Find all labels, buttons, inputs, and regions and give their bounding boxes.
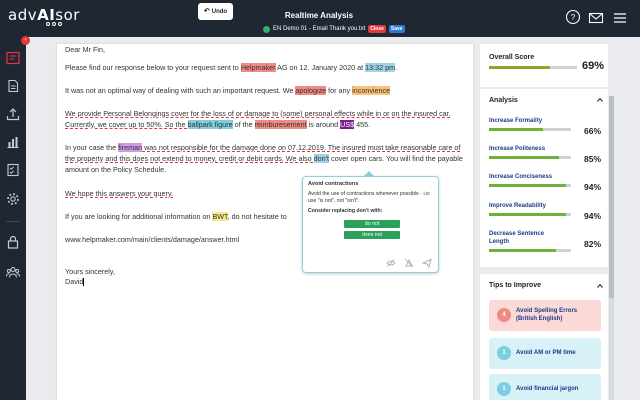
tip-count-badge: 1 xyxy=(497,382,511,396)
suggestion-option[interactable]: does not xyxy=(344,231,400,239)
tip-item[interactable]: 4 Avoid Spelling Errors (British English… xyxy=(489,300,601,331)
overall-score-bar xyxy=(489,66,577,69)
save-button[interactable]: Save xyxy=(388,25,405,33)
metric-label-politeness: Increase Politeness xyxy=(489,146,546,152)
statistics-icon[interactable] xyxy=(6,135,20,149)
settings-icon[interactable] xyxy=(6,192,20,206)
editor-icon[interactable] xyxy=(6,51,20,65)
paragraph-4: In your case the fireman was not respons… xyxy=(65,143,463,174)
close-button[interactable]: Close xyxy=(368,25,386,33)
logo-dots xyxy=(46,22,62,26)
svg-text:?: ? xyxy=(571,13,576,22)
popup-title: Avoid contractions xyxy=(308,181,359,187)
metric-label-sentence-length: Decrease Sentence Length xyxy=(489,231,545,245)
right-panel-scroll-thumb[interactable] xyxy=(609,96,614,298)
metric-value-readability: 94% xyxy=(584,211,602,221)
popup-consider: Consider replacing don't with: xyxy=(308,208,383,214)
document-icon[interactable] xyxy=(6,79,20,93)
upload-icon[interactable] xyxy=(6,107,20,121)
metric-value-conciseness: 94% xyxy=(584,182,602,192)
tip-label: Avoid Spelling Errors (British English) xyxy=(516,308,578,322)
top-bar: advAIsor ↶ Undo Realtime Analysis EN Demo… xyxy=(0,0,640,37)
status-dot-icon xyxy=(263,25,270,33)
metric-bar-formality xyxy=(489,128,571,131)
text-cursor xyxy=(83,278,85,287)
issue-bwt[interactable]: BWT xyxy=(212,212,228,221)
metric-value-sentence-length: 82% xyxy=(584,239,602,249)
undo-button[interactable]: ↶ Undo xyxy=(198,3,233,20)
analysis-title: Analysis xyxy=(489,97,518,104)
tip-label: Avoid financial jargon xyxy=(516,385,579,392)
tip-label: Avoid AM or PM time xyxy=(516,349,576,356)
issue-apologize[interactable]: apologize xyxy=(295,86,327,95)
paragraph-3: We provide Personal Belongings cover for… xyxy=(65,109,451,129)
lock-icon[interactable] xyxy=(6,235,20,249)
metric-bar-politeness xyxy=(489,156,571,159)
issue-time[interactable]: 13:32 pm xyxy=(365,63,396,72)
undo-icon: ↶ xyxy=(203,8,210,15)
issue-helpmaker[interactable]: Helpmaker xyxy=(240,63,276,72)
metric-value-politeness: 85% xyxy=(584,154,602,164)
issue-dont[interactable]: don't xyxy=(313,154,330,163)
issue-fireman[interactable]: fireman xyxy=(118,143,143,152)
menu-icon[interactable] xyxy=(612,10,628,26)
suggestion-popup: Avoid contractions Avoid the use of cont… xyxy=(302,176,439,273)
document-name: EN Demo 01 - Email Thank you.txt xyxy=(273,26,366,32)
metric-bar-sentence-length xyxy=(489,249,571,252)
help-icon[interactable]: ? xyxy=(565,9,581,25)
team-icon[interactable] xyxy=(6,265,20,279)
analysis-collapse-icon[interactable] xyxy=(597,97,603,103)
tip-item[interactable]: 1 Avoid financial jargon xyxy=(489,374,601,400)
tip-count-badge: 1 xyxy=(497,346,511,360)
mail-icon[interactable] xyxy=(588,10,604,26)
app-logo[interactable]: advAIsor xyxy=(8,6,80,24)
send-icon[interactable] xyxy=(422,258,432,268)
overall-score-value: 69% xyxy=(582,60,605,72)
tips-title: Tips to Improve xyxy=(489,282,541,289)
metric-value-formality: 66% xyxy=(584,126,602,136)
left-sidebar xyxy=(0,37,26,400)
issue-reimburesement[interactable]: reimburesement xyxy=(254,120,307,129)
metric-bar-conciseness xyxy=(489,184,571,187)
suggestion-option[interactable]: do not xyxy=(344,220,400,228)
document-status: EN Demo 01 - Email Thank you.txt Close S… xyxy=(263,24,405,34)
page-title: Realtime Analysis xyxy=(284,11,354,20)
overall-score-bar-fill xyxy=(489,66,550,69)
paragraph-2: It was not an optimal way of dealing wit… xyxy=(65,86,391,95)
paragraph-1: Please find our response below to your r… xyxy=(65,63,398,72)
metric-bar-readability xyxy=(489,213,571,216)
issue-ballpark-figure[interactable]: ballpark figure xyxy=(187,120,233,129)
checklist-icon[interactable] xyxy=(6,163,20,177)
sidebar-collapse-button[interactable]: ‹ xyxy=(21,36,30,45)
tips-collapse-icon[interactable] xyxy=(597,283,603,289)
issue-inconvience[interactable]: inconvience xyxy=(352,86,391,95)
tip-count-badge: 4 xyxy=(497,308,511,322)
signature: David xyxy=(65,277,85,287)
hide-icon[interactable] xyxy=(386,258,396,268)
metric-label-conciseness: Increase Conciseness xyxy=(489,174,553,180)
issue-currency[interactable]: US$ xyxy=(340,120,355,129)
metric-label-formality: Increase Formality xyxy=(489,118,543,124)
sidebar-divider xyxy=(6,221,20,222)
metric-label-readability: Improve Readability xyxy=(489,203,547,209)
popup-description: Avoid the use of contractions whenever p… xyxy=(308,191,431,204)
overall-score-label: Overall Score xyxy=(489,54,535,61)
ignore-icon[interactable] xyxy=(404,258,414,268)
tip-item[interactable]: 1 Avoid AM or PM time xyxy=(489,338,601,369)
greeting: Dear Mr Fin, xyxy=(65,45,105,54)
